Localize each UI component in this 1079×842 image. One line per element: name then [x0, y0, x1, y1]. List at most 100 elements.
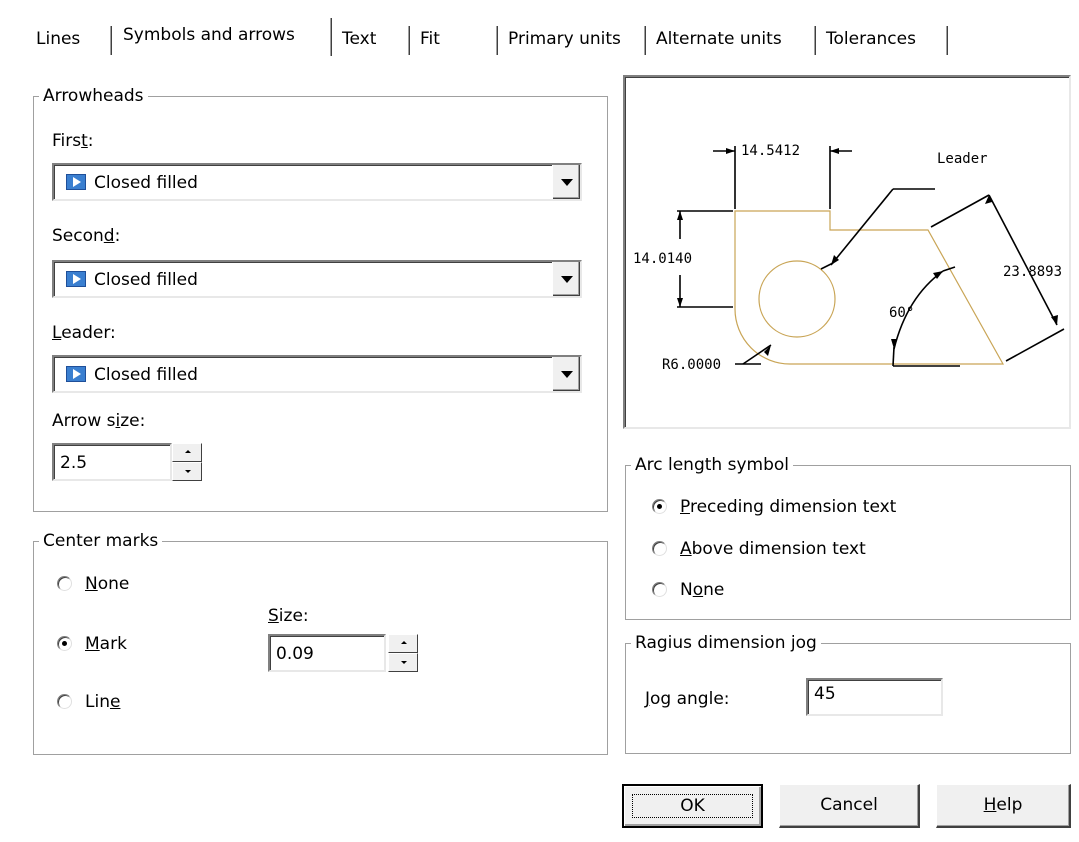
second-arrow-select[interactable]: Closed filled: [52, 260, 582, 298]
spin-up-button[interactable]: [172, 443, 202, 462]
label-text: eader:: [61, 323, 116, 343]
label-mnemonic: P: [680, 497, 690, 517]
label-text: one: [97, 574, 130, 594]
label-text: N: [680, 580, 693, 600]
label-text: Arrow s: [52, 411, 116, 431]
radius-value: R6.0000: [662, 357, 721, 373]
arrow-size-label: Arrow size:: [52, 410, 145, 432]
label-mnemonic: d: [103, 226, 115, 246]
cancel-button-label: Cancel: [820, 795, 878, 815]
closed-filled-arrow-icon: [66, 174, 86, 190]
arrow-size-value: 2.5: [60, 453, 88, 473]
label-text: ark: [99, 634, 127, 654]
label-mnemonic: o: [692, 580, 704, 600]
label-text: ize:: [278, 606, 309, 626]
center-mark-size-input[interactable]: 0.09: [268, 634, 386, 672]
chevron-down-icon[interactable]: [552, 357, 580, 391]
ok-button[interactable]: OK: [622, 784, 763, 828]
radio-label: Preceding dimension text: [680, 495, 896, 519]
dim-left-value: 14.0140: [633, 251, 692, 267]
chevron-down-icon[interactable]: [552, 262, 580, 296]
label-mnemonic: N: [85, 574, 98, 594]
help-button[interactable]: Help: [936, 784, 1071, 828]
center-mark-none-radio[interactable]: [57, 576, 72, 591]
label-text: ne: [703, 580, 725, 600]
radio-label: Above dimension text: [680, 537, 866, 561]
tab-symbols-and-arrows[interactable]: Symbols and arrows: [112, 18, 332, 56]
label-text: og angle:: [650, 689, 730, 709]
tab-alternate-units[interactable]: Alternate units: [646, 24, 816, 55]
jog-angle-label: Jog angle:: [645, 688, 730, 710]
arrowheads-group-title: Arrowheads: [39, 86, 148, 106]
preview-drawing: 14.5412 14.0140 23.8893 60° R6.0000 Lead…: [633, 143, 1065, 373]
tab-fit-label: Fit: [420, 29, 440, 49]
radio-label: None: [85, 572, 129, 596]
angle-value: 60°: [889, 305, 914, 321]
arrow-size-input[interactable]: 2.5: [52, 443, 172, 481]
radio-label: Mark: [85, 632, 127, 656]
dim-top-value: 14.5412: [741, 143, 800, 159]
label-text: ze:: [120, 411, 146, 431]
label-text: Firs: [52, 131, 82, 151]
label-mnemonic: e: [109, 692, 121, 712]
label-mnemonic: L: [52, 323, 62, 343]
leader-arrow-value: Closed filled: [94, 365, 198, 385]
tab-tolerances[interactable]: Tolerances: [816, 24, 948, 55]
part-outline: [734, 210, 1005, 365]
closed-filled-arrow-icon: [66, 366, 86, 382]
tab-separator: [330, 18, 332, 56]
center-marks-group-title: Center marks: [39, 531, 163, 551]
tab-tolerances-label: Tolerances: [826, 29, 916, 49]
tab-alternate-units-label: Alternate units: [656, 29, 782, 49]
tab-symbols-and-arrows-label: Symbols and arrows: [123, 25, 295, 45]
first-arrow-value: Closed filled: [94, 173, 198, 193]
arrow-size-spinner[interactable]: [172, 443, 202, 481]
chevron-down-icon[interactable]: [552, 165, 580, 199]
label-mnemonic: A: [680, 539, 692, 559]
tab-text-label: Text: [342, 29, 377, 49]
arc-preceding-radio[interactable]: [652, 499, 667, 514]
spin-down-button[interactable]: [388, 653, 418, 672]
center-mark-size-value: 0.09: [276, 644, 314, 664]
jog-angle-value: 45: [814, 684, 836, 704]
label-mnemonic: S: [268, 606, 279, 626]
first-arrow-label: First:: [52, 130, 94, 152]
center-mark-mark-radio[interactable]: [57, 636, 72, 651]
label-text: Secon: [52, 226, 104, 246]
label-mnemonic: H: [983, 795, 997, 815]
focus-ring: [632, 794, 753, 818]
cancel-button[interactable]: Cancel: [779, 784, 920, 828]
center-mark-line-radio[interactable]: [57, 694, 72, 709]
closed-filled-arrow-icon: [66, 271, 86, 287]
label-text: receding dimension text: [689, 497, 897, 517]
dimension-preview: 14.5412 14.0140 23.8893 60° R6.0000 Lead…: [623, 75, 1071, 429]
part-hole: [758, 260, 836, 338]
tab-lines[interactable]: Lines: [26, 24, 112, 55]
arc-length-symbol-title: Arc length symbol: [631, 455, 793, 475]
radius-jog-title: Ragius dimension jog: [631, 633, 821, 653]
label-mnemonic: t: [81, 131, 88, 151]
leader-arrow-label: Leader:: [52, 322, 116, 344]
jog-angle-input[interactable]: 45: [806, 678, 943, 716]
dimension-arrowheads: [677, 148, 1058, 356]
arc-none-radio[interactable]: [652, 582, 667, 597]
leader-text: Leader: [937, 151, 988, 167]
part-geometry: [734, 210, 1005, 365]
spin-down-button[interactable]: [172, 462, 202, 481]
tab-separator: [946, 26, 948, 55]
spin-up-button[interactable]: [388, 634, 418, 653]
radio-label: None: [680, 578, 724, 602]
leader-arrow-select[interactable]: Closed filled: [52, 355, 582, 393]
first-arrow-select[interactable]: Closed filled: [52, 163, 582, 201]
dim-right-value: 23.8893: [1003, 264, 1062, 280]
tab-text[interactable]: Text: [332, 24, 410, 55]
center-mark-size-spinner[interactable]: [388, 634, 418, 672]
second-arrow-value: Closed filled: [94, 270, 198, 290]
arc-above-radio[interactable]: [652, 541, 667, 556]
label-text: :: [114, 226, 121, 246]
tab-lines-label: Lines: [36, 29, 81, 49]
label-mnemonic: M: [85, 634, 100, 654]
second-arrow-label: Second:: [52, 225, 120, 247]
tab-fit[interactable]: Fit: [410, 24, 498, 55]
tab-primary-units[interactable]: Primary units: [498, 24, 646, 55]
